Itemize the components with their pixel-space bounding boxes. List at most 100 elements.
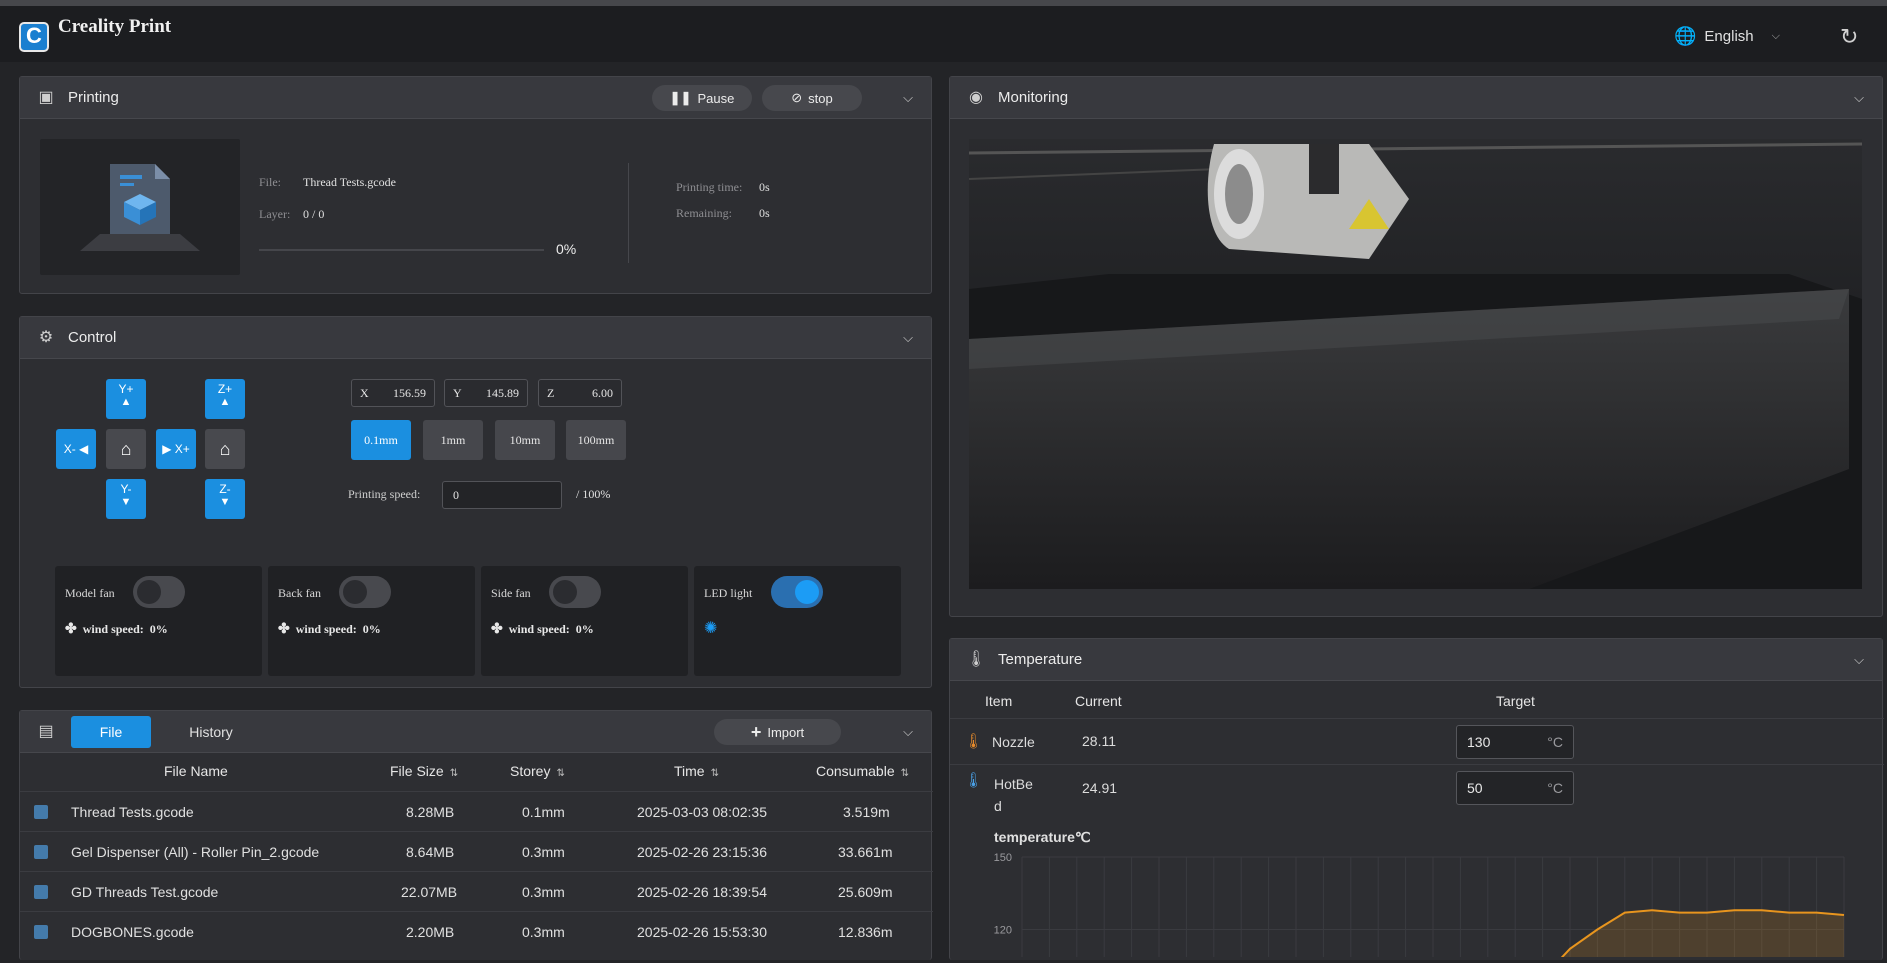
chevron-down-icon[interactable]: ⌵ [903,330,913,346]
layer-value: 0 / 0 [303,207,325,221]
table-row[interactable]: DOGBONES.gcode 2.20MB 0.3mm 2025-02-26 1… [20,911,933,951]
hotbed-label-line1: HotBe [994,776,1033,792]
step-1mm-button[interactable]: 1mm [423,420,483,460]
table-header: File Name File Size ⇅ Storey ⇅ Time ⇅ Consu… [20,753,933,791]
language-label: English [1704,28,1754,45]
col-time[interactable]: Time ⇅ [674,763,719,779]
thermometer-icon: 🌡 [966,650,987,668]
hotbed-label-line2: d [994,798,1002,814]
file-consumable: 12.836m [838,924,893,940]
divider [628,163,629,263]
wind-speed-value: 0% [149,622,168,636]
file-time: 2025-03-03 08:02:35 [637,804,767,820]
chevron-down-icon[interactable]: ⌵ [903,90,913,106]
col-storey-label: Storey [510,763,551,779]
col-consumable[interactable]: Consumable ⇅ [816,763,909,779]
fan-icon: ✤ [65,622,77,637]
file-consumable: 3.519m [843,804,890,820]
language-selector[interactable]: 🌐 English ⌵ [1674,26,1780,47]
camera-icon: ◉ [969,88,983,106]
model-fan-toggle[interactable] [133,576,185,608]
home-icon: ⌂ [120,439,132,459]
import-button[interactable]: + Import [714,719,841,745]
wind-speed-value: 0% [362,622,381,636]
stop-icon: ⊘ [791,90,803,105]
wind-speed-label: wind speed: [82,622,144,636]
gcode-file-icon [34,885,48,899]
printing-time-value: 0s [759,180,770,194]
tab-history[interactable]: History [161,716,261,748]
step-10mm-button[interactable]: 10mm [495,420,555,460]
document-icon: ▤ [38,722,54,740]
stop-button[interactable]: ⊘ stop [762,85,862,111]
file-storey: 0.3mm [522,844,565,860]
col-file-name[interactable]: File Name [164,763,228,779]
led-light-toggle[interactable] [771,576,823,608]
step-0.1mm-button[interactable]: 0.1mm [351,420,411,460]
tab-file[interactable]: File [71,716,151,748]
jog-x-plus-button[interactable]: ▶ X+ [156,429,196,469]
files-panel: ▤ File History + Import ⌵ File Name File … [19,710,933,960]
table-row[interactable]: GD Threads Test.gcode 22.07MB 0.3mm 2025… [20,871,933,911]
z-coordinate: Z 6.00 [538,379,622,407]
x-coordinate: X 156.59 [351,379,435,407]
sort-icon: ⇅ [710,768,719,779]
led-light-label: LED light [704,586,753,600]
app-title: Creality Print [58,16,172,37]
printing-speed-suffix: / 100% [576,487,611,501]
jog-y-plus-button[interactable]: Y+ ▲ [106,379,146,419]
step-100mm-button[interactable]: 100mm [566,420,626,460]
model-fan-wind-speed: ✤ wind speed: 0% [65,621,168,638]
jog-y-plus-label: Y+ [118,382,134,396]
gear-icon: ⚙ [38,328,54,346]
home-xy-button[interactable]: ⌂ [106,429,146,469]
hotbed-target-input[interactable]: 50 °C [1456,771,1574,805]
col-file-size-label: File Size [390,763,444,779]
table-row[interactable]: Thread Tests.gcode 8.28MB 0.1mm 2025-03-… [20,791,933,831]
chevron-down-icon[interactable]: ⌵ [1854,652,1864,668]
progress-text: 0% [556,241,577,257]
col-storey[interactable]: Storey ⇅ [510,763,565,779]
nozzle-target-input[interactable]: 130 °C [1456,725,1574,759]
file-consumable: 33.661m [838,844,893,860]
hotbed-current: 24.91 [1082,780,1118,796]
jog-y-minus-button[interactable]: Y- ▼ [106,479,146,519]
chart-title: temperature℃ [994,829,1091,845]
chevron-down-icon[interactable]: ⌵ [1854,90,1864,106]
temp-col-target: Target [1496,693,1535,709]
arrow-left-icon: ◀ [79,442,89,456]
side-fan-toggle[interactable] [549,576,601,608]
side-fan-wind-speed: ✤ wind speed: 0% [491,621,594,638]
jog-z-plus-button[interactable]: Z+ ▲ [205,379,245,419]
file-name: GD Threads Test.gcode [71,884,219,900]
sort-icon: ⇅ [449,768,459,779]
jog-x-minus-button[interactable]: X- ◀ [56,429,96,469]
light-bulb-icon: ✺ [704,620,718,637]
col-file-size[interactable]: File Size ⇅ [390,763,458,779]
fan-icon: ✤ [491,622,503,637]
printing-speed-input[interactable]: 0 [442,481,562,509]
import-label: Import [767,724,805,740]
top-bar: C Creality Print 🌐 English ⌵ ↻ [0,0,1887,62]
jog-z-minus-button[interactable]: Z- ▼ [205,479,245,519]
monitoring-panel: ◉ Monitoring ⌵ [949,76,1883,617]
chevron-down-icon[interactable]: ⌵ [903,724,913,740]
hotbed-thermometer-icon: 🌡 [964,772,984,789]
table-row[interactable]: Gel Dispenser (All) - Roller Pin_2.gcode… [20,831,933,871]
home-z-button[interactable]: ⌂ [205,429,245,469]
file-size: 2.20MB [406,924,455,940]
pause-button[interactable]: ❚❚ Pause [652,85,752,111]
x-value: 156.59 [393,385,426,400]
refresh-icon[interactable]: ↻ [1840,26,1864,50]
gcode-file-icon [34,925,48,939]
printing-header: ▣ Printing ❚❚ Pause ⊘ stop ⌵ [20,77,931,119]
back-fan-toggle[interactable] [339,576,391,608]
gcode-file-icon [34,805,48,819]
y-value: 145.89 [486,385,519,400]
back-fan-wind-speed: ✤ wind speed: 0% [278,621,381,638]
layer-label: Layer: [259,207,291,221]
wind-speed-value: 0% [575,622,594,636]
files-header: ▤ File History + Import ⌵ [20,711,931,753]
temperature-title: Temperature [998,651,1083,668]
arrow-up-icon: ▲ [219,396,231,408]
